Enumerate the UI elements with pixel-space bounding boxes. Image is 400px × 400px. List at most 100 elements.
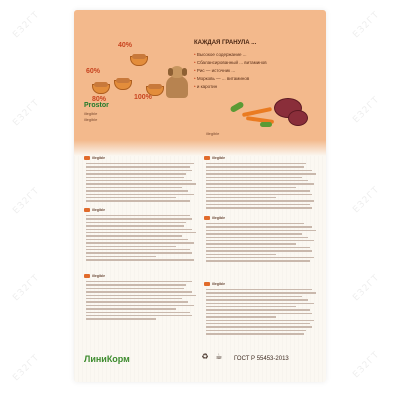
text-line — [206, 200, 314, 202]
text-line — [86, 294, 196, 296]
text-line — [86, 218, 192, 220]
dog-illustration — [162, 66, 192, 100]
text-line — [86, 245, 176, 247]
watermark-text: ЕЗ2ГТ — [11, 352, 42, 384]
text-line — [86, 193, 194, 195]
bowl-icon — [130, 54, 148, 66]
weight-note: illegible — [206, 131, 220, 136]
text-line — [86, 304, 194, 307]
text-line — [86, 180, 192, 182]
text-line — [86, 183, 196, 185]
benefit-bullet: Морковь — ... витаминов — [194, 76, 314, 82]
benefit-bullet: и каротин — [194, 84, 314, 90]
text-line — [86, 215, 190, 217]
text-line — [86, 315, 192, 317]
text-line — [86, 200, 190, 202]
text-line — [206, 306, 296, 308]
info-column-right: illegible illegible illegible — [204, 156, 316, 346]
text-line — [206, 312, 312, 315]
text-line — [206, 183, 314, 185]
watermark-text: ЕЗ2ГТ — [351, 272, 382, 304]
brand-line: illegible — [84, 117, 98, 122]
product-info-columns: illegible illegible illegible illegible … — [74, 156, 326, 346]
text-line — [206, 180, 308, 182]
text-line — [206, 299, 308, 301]
benefit-bullet: Высокое содержание ... — [194, 52, 314, 58]
text-line — [206, 226, 312, 228]
text-line — [86, 259, 194, 261]
text-line — [206, 323, 310, 325]
bowl-icon — [92, 82, 110, 94]
ration-percent-2: 60% — [86, 68, 101, 75]
text-line — [206, 203, 310, 206]
text-line — [86, 298, 182, 300]
text-line — [206, 319, 314, 321]
text-line — [86, 255, 156, 258]
text-line — [206, 236, 308, 238]
watermark-text: ЕЗ2ГТ — [351, 94, 382, 126]
food-ingredients-illustration — [224, 92, 312, 132]
text-line — [86, 197, 176, 199]
text-line — [86, 291, 192, 293]
benefit-bullet: Сбалансированный ... витаминов — [194, 60, 314, 66]
text-line — [86, 252, 192, 254]
brand-subline: Prostor — [84, 102, 109, 109]
text-line — [206, 223, 304, 225]
text-line — [86, 287, 184, 290]
text-line — [206, 176, 302, 178]
section-title: illegible — [212, 156, 226, 160]
text-line — [206, 229, 316, 232]
cup-icon: ☕ — [215, 352, 223, 361]
text-line — [206, 193, 312, 195]
info-column-left: illegible illegible illegible — [84, 156, 196, 346]
ration-percent-1: 40% — [118, 42, 133, 49]
text-line — [206, 316, 276, 318]
text-line — [206, 326, 312, 328]
watermark-text: ЕЗ2ГТ — [11, 185, 42, 217]
brand-logo: ЛиниКорм — [84, 354, 130, 364]
text-line — [206, 292, 316, 294]
text-line — [86, 232, 196, 234]
text-line — [206, 163, 306, 165]
section-title: illegible — [212, 282, 226, 286]
text-line — [86, 238, 188, 241]
text-line — [206, 240, 314, 242]
text-line — [206, 190, 310, 192]
section-title: illegible — [92, 274, 106, 278]
text-line — [206, 246, 310, 249]
text-line — [206, 250, 312, 252]
watermark-text: ЕЗ2ГТ — [351, 184, 382, 216]
text-line — [86, 235, 182, 237]
header-banner: 40% 60% 100% 80% КАЖДАЯ ГРАНУЛА ... Высо… — [74, 10, 326, 156]
text-line — [206, 302, 314, 304]
text-line — [86, 249, 190, 251]
recycle-icon: ♻ — [201, 352, 209, 361]
watermark-text: ЕЗ2ГТ — [11, 9, 42, 41]
section-title: illegible — [92, 156, 106, 160]
text-line — [86, 308, 176, 310]
text-line — [86, 169, 192, 172]
text-line — [86, 176, 184, 178]
text-line — [206, 197, 276, 199]
text-line — [86, 186, 182, 189]
text-line — [86, 284, 186, 286]
section-title: illegible — [212, 216, 226, 220]
text-line — [206, 260, 310, 262]
text-line — [86, 173, 186, 175]
watermark-text: ЕЗ2ГТ — [351, 349, 382, 381]
watermark-text: ЕЗ2ГТ — [351, 9, 382, 41]
text-line — [206, 169, 312, 172]
brand-line: illegible — [84, 111, 98, 116]
text-line — [86, 163, 194, 165]
section-title: illegible — [92, 208, 106, 212]
text-line — [206, 243, 296, 245]
text-line — [86, 228, 192, 230]
text-line — [86, 311, 190, 313]
footer-strip: ЛиниКорм ♻ ☕ ГОСТ Р 55453-2013 — [74, 346, 326, 382]
bowl-icon — [114, 78, 132, 90]
watermark-text: ЕЗ2ГТ — [11, 97, 42, 129]
text-line — [86, 301, 188, 303]
gost-standard: ГОСТ Р 55453-2013 — [234, 356, 289, 362]
text-line — [86, 166, 190, 168]
text-line — [86, 190, 188, 192]
